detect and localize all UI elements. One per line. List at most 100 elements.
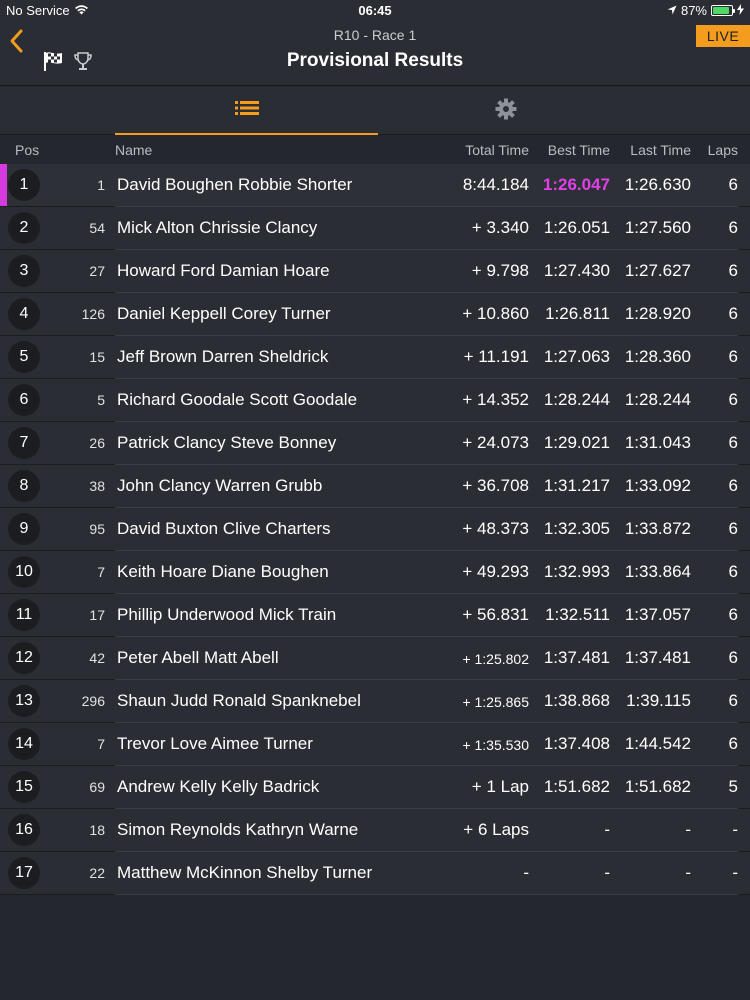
col-last-time[interactable]: Last Time — [630, 142, 691, 158]
table-row[interactable]: 15 69 Andrew Kelly Kelly Badrick + 1 Lap 1:5… — [0, 766, 750, 809]
last-time: 1:33.872 — [624, 519, 691, 538]
car-number: 7 — [97, 564, 105, 580]
driver-names: Trevor Love Aimee Turner — [117, 734, 313, 753]
status-time: 06:45 — [358, 3, 392, 18]
table-row[interactable]: 12 42 Peter Abell Matt Abell + 1:25.802 1:37… — [0, 637, 750, 680]
position-badge: 14 — [8, 728, 40, 760]
best-time: 1:32.511 — [545, 605, 610, 624]
col-pos[interactable]: Pos — [15, 142, 39, 158]
driver-names: Jeff Brown Darren Sheldrick — [117, 347, 329, 366]
table-row[interactable]: 17 22 Matthew McKinnon Shelby Turner - - - - — [0, 852, 750, 895]
leader-marker — [0, 164, 7, 206]
driver-names: Patrick Clancy Steve Bonney — [117, 433, 337, 452]
total-time: + 1:25.802 — [462, 651, 529, 667]
table-row[interactable]: 11 17 Phillip Underwood Mick Train + 56.831… — [0, 594, 750, 637]
car-number: 42 — [89, 650, 105, 666]
car-number: 95 — [89, 521, 105, 537]
laps-count: 6 — [728, 476, 738, 495]
laps-count: - — [732, 820, 738, 839]
driver-names: Shaun Judd Ronald Spanknebel — [117, 691, 361, 710]
position-badge: 13 — [8, 685, 40, 717]
table-row[interactable]: 9 95 David Buxton Clive Charters + 48.373 1:… — [0, 508, 750, 551]
last-time: 1:26.630 — [624, 175, 691, 194]
position-badge: 17 — [8, 857, 40, 889]
best-time: - — [604, 863, 610, 882]
total-time: + 48.373 — [462, 519, 529, 538]
car-number: 17 — [89, 607, 105, 623]
driver-names: Daniel Keppell Corey Turner — [117, 304, 331, 323]
car-number: 5 — [97, 392, 105, 408]
tab-settings[interactable] — [378, 87, 634, 135]
header: R10 - Race 1 Provisional Results LIVE — [0, 20, 750, 86]
car-number: 1 — [97, 177, 105, 193]
total-time: + 14.352 — [462, 390, 529, 409]
total-time: + 56.831 — [462, 605, 529, 624]
driver-names: Richard Goodale Scott Goodale — [117, 390, 358, 409]
last-time: - — [685, 863, 691, 882]
table-row[interactable]: 2 54 Mick Alton Chrissie Clancy + 3.340 1:26… — [0, 207, 750, 250]
position-badge: 15 — [8, 771, 40, 803]
best-time: 1:37.408 — [543, 734, 610, 753]
laps-count: 5 — [728, 777, 738, 796]
table-row[interactable]: 1 1 David Boughen Robbie Shorter 8:44.184 1:… — [0, 164, 750, 207]
car-number: 7 — [97, 736, 105, 752]
total-time: + 3.340 — [471, 218, 529, 237]
battery-icon — [711, 5, 735, 16]
position-badge: 12 — [8, 642, 40, 674]
col-name[interactable]: Name — [115, 142, 152, 158]
position-badge: 3 — [8, 255, 40, 287]
tab-bar — [0, 87, 750, 135]
table-row[interactable]: 10 7 Keith Hoare Diane Boughen + 49.293 1:32… — [0, 551, 750, 594]
total-time: + 1 Lap — [471, 777, 529, 796]
laps-count: 6 — [728, 175, 738, 194]
table-row[interactable]: 4 126 Daniel Keppell Corey Turner + 10.860 1… — [0, 293, 750, 336]
last-time: 1:44.542 — [624, 734, 691, 753]
results-table: 1 1 David Boughen Robbie Shorter 8:44.184 1:… — [0, 164, 750, 895]
charging-bolt-icon — [737, 3, 744, 18]
table-row[interactable]: 16 18 Simon Reynolds Kathryn Warne + 6 Laps… — [0, 809, 750, 852]
col-total-time[interactable]: Total Time — [465, 142, 529, 158]
col-best-time[interactable]: Best Time — [548, 142, 610, 158]
list-icon — [234, 100, 259, 121]
table-row[interactable]: 13 296 Shaun Judd Ronald Spanknebel + 1:25.… — [0, 680, 750, 723]
last-time: 1:51.682 — [624, 777, 691, 796]
car-number: 54 — [89, 220, 105, 236]
position-badge: 9 — [8, 513, 40, 545]
best-time: - — [604, 820, 610, 839]
best-time: 1:31.217 — [543, 476, 610, 495]
col-laps[interactable]: Laps — [708, 142, 738, 158]
position-badge: 7 — [8, 427, 40, 459]
laps-count: 6 — [728, 562, 738, 581]
laps-count: 6 — [728, 304, 738, 323]
laps-count: 6 — [728, 347, 738, 366]
table-row[interactable]: 7 26 Patrick Clancy Steve Bonney + 24.073 1:… — [0, 422, 750, 465]
tab-results-list[interactable] — [115, 87, 378, 135]
table-row[interactable]: 6 5 Richard Goodale Scott Goodale + 14.352 1… — [0, 379, 750, 422]
position-badge: 2 — [8, 212, 40, 244]
table-row[interactable]: 8 38 John Clancy Warren Grubb + 36.708 1:31.… — [0, 465, 750, 508]
laps-count: 6 — [728, 390, 738, 409]
last-time: 1:27.560 — [624, 218, 691, 237]
last-time: 1:31.043 — [624, 433, 691, 452]
table-row[interactable]: 3 27 Howard Ford Damian Hoare + 9.798 1:27.4… — [0, 250, 750, 293]
race-subtitle: R10 - Race 1 — [333, 27, 417, 43]
total-time: 8:44.184 — [462, 175, 529, 194]
last-time: 1:37.481 — [624, 648, 691, 667]
table-row[interactable]: 5 15 Jeff Brown Darren Sheldrick + 11.191 1:… — [0, 336, 750, 379]
laps-count: 6 — [728, 261, 738, 280]
driver-names: David Boughen Robbie Shorter — [117, 175, 353, 194]
live-button[interactable]: LIVE — [696, 25, 750, 47]
position-badge: 16 — [8, 814, 40, 846]
laps-count: 6 — [728, 605, 738, 624]
position-badge: 6 — [8, 384, 40, 416]
best-time: 1:26.047 — [542, 175, 610, 194]
laps-count: - — [732, 863, 738, 882]
best-time: 1:29.021 — [543, 433, 610, 452]
best-time: 1:37.481 — [543, 648, 610, 667]
last-time: 1:28.920 — [624, 304, 691, 323]
best-time: 1:38.868 — [543, 691, 610, 710]
table-row[interactable]: 14 7 Trevor Love Aimee Turner + 1:35.530 1:3… — [0, 723, 750, 766]
driver-names: Howard Ford Damian Hoare — [117, 261, 330, 280]
car-number: 126 — [81, 306, 105, 322]
page-title: Provisional Results — [286, 50, 464, 71]
